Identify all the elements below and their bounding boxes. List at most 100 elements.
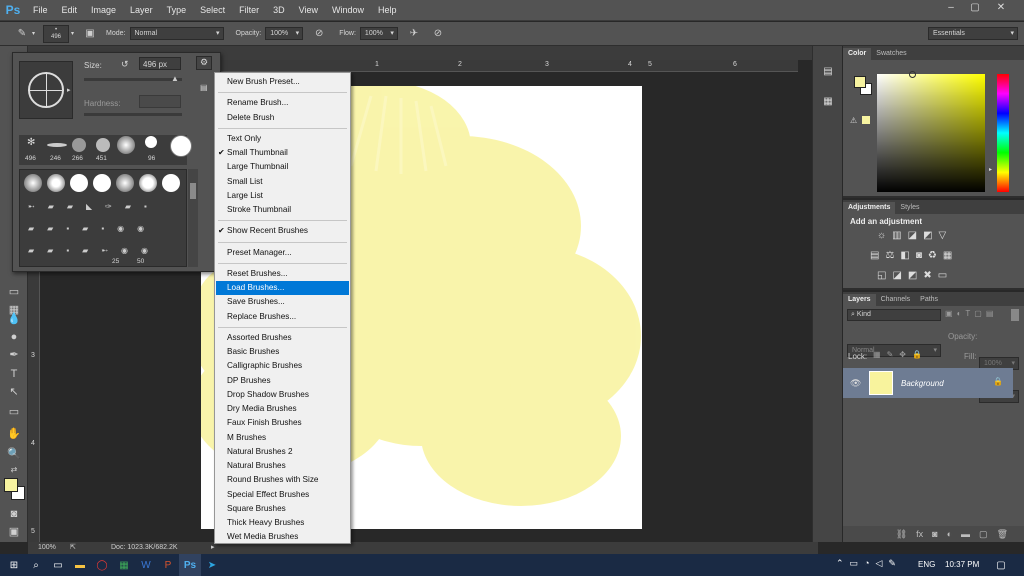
tab-swatches[interactable]: Swatches: [871, 48, 911, 60]
new-layer-icon[interactable]: ▢: [979, 529, 988, 540]
menu-item-dp-brushes[interactable]: DP Brushes: [216, 374, 349, 388]
exposure-icon[interactable]: ◩: [923, 230, 932, 241]
tab-adjustments[interactable]: Adjustments: [843, 202, 896, 214]
telegram-icon[interactable]: ➤: [201, 554, 223, 576]
windows-start-icon[interactable]: ⊞: [3, 554, 25, 576]
menu-item-square-brushes[interactable]: Square Brushes: [216, 502, 349, 516]
recent-brush-texture[interactable]: [72, 138, 86, 152]
recent-brush-soft[interactable]: [117, 136, 135, 154]
history-panel-icon[interactable]: ▤: [820, 66, 836, 82]
color-picker-field[interactable]: [877, 71, 985, 192]
selective-color-icon[interactable]: ✖: [923, 270, 931, 281]
brush-thumb[interactable]: ▰: [82, 246, 88, 255]
mode-select[interactable]: Normal: [129, 27, 224, 40]
new-group-icon[interactable]: ▬: [961, 529, 970, 539]
color-balance-icon[interactable]: ⚖: [885, 250, 894, 261]
hue-saturation-icon[interactable]: ▤: [870, 250, 879, 261]
recent-brush-texture[interactable]: [96, 138, 110, 152]
levels-icon[interactable]: ▥: [892, 230, 901, 241]
flow-input[interactable]: 100%: [359, 27, 398, 40]
menu-item-show-recent-brushes[interactable]: ✔ Show Recent Brushes: [216, 224, 349, 238]
menu-item-delete-brush[interactable]: Delete Brush: [216, 111, 349, 125]
brush-thumb[interactable]: ➸: [101, 246, 108, 255]
black-white-icon[interactable]: ◧: [900, 250, 909, 261]
quick-mask-icon[interactable]: ◙: [6, 506, 22, 522]
menu-item-special-effect-brushes[interactable]: Special Effect Brushes: [216, 488, 349, 502]
brush-thumb[interactable]: ▰: [82, 224, 88, 233]
invert-icon[interactable]: ◱: [877, 270, 886, 281]
zoom-level[interactable]: 100%: [38, 544, 56, 551]
smart-filter-icon[interactable]: ▤: [986, 309, 994, 318]
properties-panel-icon[interactable]: ▦: [820, 96, 836, 112]
minimize-icon[interactable]: –: [940, 0, 962, 16]
hardness-input[interactable]: [139, 95, 181, 108]
menu-layer[interactable]: Layer: [123, 5, 160, 15]
menu-item-assorted-brushes[interactable]: Assorted Brushes: [216, 331, 349, 345]
brush-thumb[interactable]: ◉: [121, 246, 128, 255]
tab-paths[interactable]: Paths: [915, 294, 943, 306]
opera-icon[interactable]: ◯: [91, 554, 113, 576]
menu-item-text-only[interactable]: Text Only: [216, 132, 349, 146]
status-menu-arrow-icon[interactable]: ▸: [211, 543, 215, 551]
brush-thumb[interactable]: [93, 174, 111, 192]
screen-mode-icon[interactable]: ▣: [6, 524, 22, 540]
brush-angle-preview[interactable]: ▸: [19, 61, 73, 119]
menu-file[interactable]: File: [26, 5, 55, 15]
menu-type[interactable]: Type: [160, 5, 194, 15]
photo-filter-icon[interactable]: ◙: [916, 250, 922, 261]
notifications-icon[interactable]: ▢: [990, 554, 1012, 576]
recent-brush-hard[interactable]: [145, 136, 157, 148]
brush-tool-icon[interactable]: ✎: [14, 26, 30, 42]
brush-thumb[interactable]: [70, 174, 88, 192]
battery-icon[interactable]: ▭: [850, 558, 859, 569]
brush-thumb[interactable]: ◉: [117, 224, 124, 233]
brush-thumb[interactable]: [24, 174, 42, 192]
brush-thumb[interactable]: ▰: [48, 202, 54, 211]
foreground-color-top[interactable]: [854, 76, 866, 88]
tab-color[interactable]: Color: [843, 48, 872, 60]
lock-pixels-icon[interactable]: ✎: [887, 350, 894, 359]
brush-thumb[interactable]: ▰: [47, 246, 53, 255]
menu-item-faux-finish-brushes[interactable]: Faux Finish Brushes: [216, 416, 349, 430]
zoom-tool-icon[interactable]: 🔍: [6, 446, 22, 462]
menu-item-small-list[interactable]: Small List: [216, 175, 349, 189]
menu-select[interactable]: Select: [193, 5, 232, 15]
pixel-filter-icon[interactable]: ▣: [945, 309, 953, 318]
menu-item-new-brush-preset[interactable]: New Brush Preset...: [216, 75, 349, 89]
menu-item-wet-media-brushes[interactable]: Wet Media Brushes: [216, 530, 349, 544]
filter-toggle[interactable]: [1011, 309, 1019, 321]
visibility-eye-icon[interactable]: 👁: [850, 378, 861, 389]
menu-item-large-thumbnail[interactable]: Large Thumbnail: [216, 160, 349, 174]
layer-mask-icon[interactable]: ◙: [932, 529, 937, 539]
gradient-map-icon[interactable]: ▭: [938, 270, 947, 281]
pen-tool-icon[interactable]: ✒: [6, 347, 22, 363]
brush-thumb[interactable]: ✑: [105, 202, 112, 211]
hardness-slider[interactable]: [84, 113, 182, 116]
brush-preset-button[interactable]: • 496: [43, 24, 70, 43]
angle-handle-icon[interactable]: ▸: [67, 86, 71, 94]
menu-window[interactable]: Window: [325, 5, 371, 15]
shape-filter-icon[interactable]: ▢: [974, 309, 982, 318]
adjustment-filter-icon[interactable]: ◐: [957, 309, 962, 318]
blur-tool-icon[interactable]: 💧: [6, 311, 22, 327]
brush-thumb[interactable]: ▰: [28, 224, 34, 233]
dropdown-arrow-icon[interactable]: ▾: [71, 30, 74, 37]
recent-brush-hard-large[interactable]: [170, 135, 192, 157]
task-view-icon[interactable]: ▭: [47, 554, 69, 576]
hand-tool-icon[interactable]: ✋: [6, 426, 22, 442]
layer-row-background[interactable]: 👁 Background 🔒: [843, 368, 1013, 398]
close-icon[interactable]: ✕: [990, 0, 1012, 16]
menu-item-m-brushes[interactable]: M Brushes: [216, 431, 349, 445]
menu-item-natural-brushes-2[interactable]: Natural Brushes 2: [216, 445, 349, 459]
input-language[interactable]: ENG: [918, 560, 935, 569]
delete-layer-icon[interactable]: 🗑: [997, 529, 1008, 540]
color-lookup-icon[interactable]: ▦: [943, 250, 952, 261]
pressure-opacity-icon[interactable]: ⊘: [311, 26, 327, 42]
swap-colors-icon[interactable]: ⇄: [6, 462, 22, 478]
menu-3d[interactable]: 3D: [266, 5, 292, 15]
airbrush-icon[interactable]: ✈: [406, 26, 422, 42]
hue-slider-handle[interactable]: ▸: [989, 166, 992, 173]
search-icon[interactable]: ⌕: [25, 554, 47, 576]
color-picker-cursor[interactable]: [909, 71, 916, 78]
powerpoint-icon[interactable]: P: [157, 554, 179, 576]
